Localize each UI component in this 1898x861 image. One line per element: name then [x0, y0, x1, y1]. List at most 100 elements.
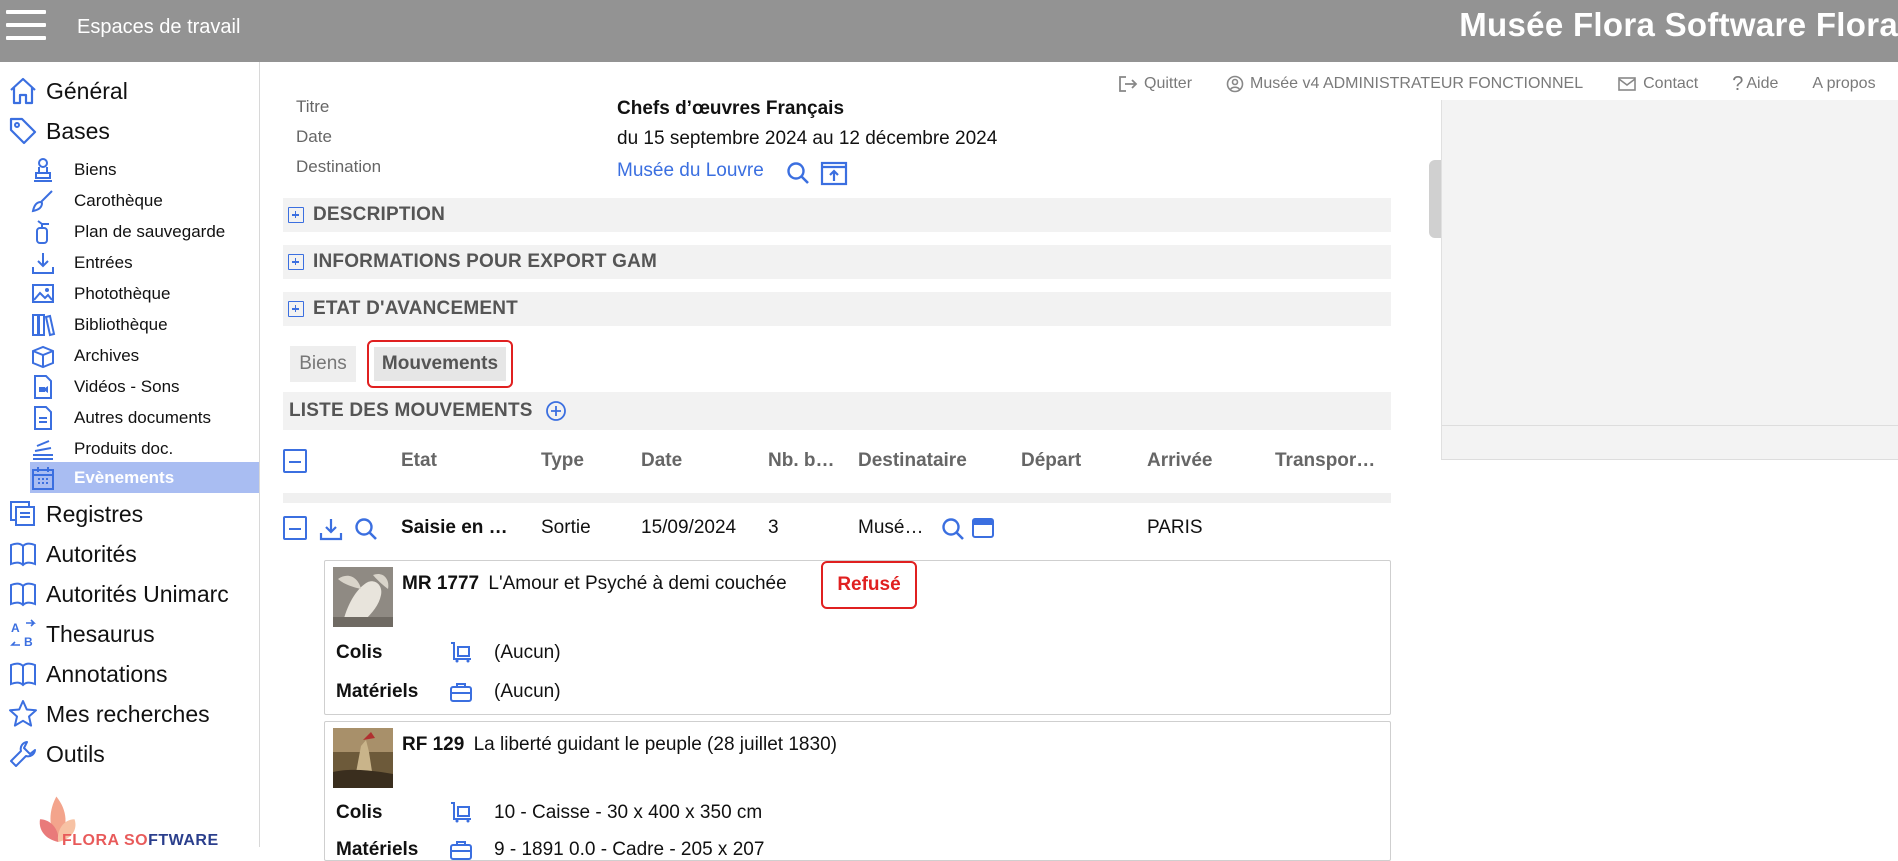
col-transport[interactable]: Transpor…	[1275, 450, 1375, 472]
contact-link[interactable]: Contact	[1617, 75, 1698, 93]
cart-icon[interactable]	[449, 801, 473, 823]
nav-autorites[interactable]: Autorités	[0, 534, 260, 574]
nav-sub-carotheque[interactable]: Carothèque	[30, 185, 259, 216]
home-icon	[0, 76, 46, 106]
col-depart[interactable]: Départ	[1021, 450, 1081, 472]
nav-bases[interactable]: Bases	[0, 111, 260, 151]
collapse-row-icon[interactable]	[283, 516, 307, 540]
workspaces-label[interactable]: Espaces de travail	[77, 16, 240, 39]
section-description[interactable]: DESCRIPTION	[283, 198, 1391, 232]
nav-sub-phototheque[interactable]: Photothèque	[30, 278, 259, 309]
nav-sub-videos[interactable]: Vidéos - Sons	[30, 371, 259, 402]
document-icon	[30, 405, 74, 431]
nav-sub-bibliotheque[interactable]: Bibliothèque	[30, 309, 259, 340]
logo-text: FLORA SOFTWARE	[62, 832, 219, 849]
download-icon[interactable]	[318, 516, 344, 542]
nav-thesaurus[interactable]: AB Thesaurus	[0, 614, 260, 654]
nav-annotations[interactable]: Annotations	[0, 654, 260, 694]
statue-icon	[30, 157, 74, 183]
nav-sub-label: Plan de sauvegarde	[74, 221, 226, 241]
col-type[interactable]: Type	[541, 450, 584, 472]
nav-registres-label: Registres	[46, 500, 144, 527]
status-badge: Refusé	[821, 561, 917, 609]
nav-sub-autres-docs[interactable]: Autres documents	[30, 402, 259, 433]
nav-registres[interactable]: Registres	[0, 494, 260, 534]
panel-splitter[interactable]	[1429, 160, 1441, 238]
open-record-icon[interactable]	[820, 159, 848, 187]
nav-sub-plan-sauvegarde[interactable]: Plan de sauvegarde	[30, 216, 259, 247]
quit-link[interactable]: Quitter	[1118, 75, 1192, 93]
cart-icon[interactable]	[449, 641, 473, 663]
nav-sub-label: Carothèque	[74, 190, 163, 210]
titre-value: Chefs d’œuvres Français	[617, 98, 845, 119]
collapse-all-icon[interactable]	[283, 449, 307, 473]
user-circle-icon	[1226, 75, 1244, 93]
tab-biens[interactable]: Biens	[290, 346, 356, 382]
logout-icon	[1119, 76, 1138, 92]
books-icon	[30, 312, 74, 338]
nav-general-label: Général	[46, 77, 128, 104]
search-icon[interactable]	[785, 160, 811, 186]
nav-general[interactable]: Général	[0, 71, 260, 111]
search-icon[interactable]	[353, 516, 379, 542]
row-destinataire: Musé…	[858, 517, 924, 538]
tab-mouvements[interactable]: Mouvements	[367, 340, 513, 388]
stack-icon	[30, 436, 74, 462]
col-date[interactable]: Date	[641, 450, 682, 472]
toolbox-icon[interactable]	[449, 839, 473, 861]
materiels-label: Matériels	[336, 839, 419, 860]
svg-text:B: B	[24, 635, 33, 649]
col-destinataire[interactable]: Destinataire	[858, 450, 967, 472]
col-etat[interactable]: Etat	[401, 450, 437, 472]
artwork-thumbnail[interactable]	[333, 728, 393, 788]
nav-autorites-label: Autorités	[46, 540, 137, 567]
col-arrivee[interactable]: Arrivée	[1147, 450, 1213, 472]
col-nb[interactable]: Nb. b…	[768, 450, 835, 472]
nav-mes-recherches-label: Mes recherches	[46, 700, 210, 727]
colis-value: 10 - Caisse - 30 x 400 x 350 cm	[494, 802, 763, 823]
wrench-icon	[0, 739, 46, 769]
nav-outils[interactable]: Outils	[0, 734, 260, 774]
brush-icon	[30, 188, 74, 214]
toolbox-icon[interactable]	[449, 681, 473, 703]
video-file-icon	[30, 374, 74, 400]
nav-outils-label: Outils	[46, 740, 105, 767]
nav-sub-label: Vidéos - Sons	[74, 376, 180, 396]
image-icon	[30, 281, 74, 307]
row-type: Sortie	[541, 517, 591, 538]
row-date: 15/09/2024	[641, 517, 737, 538]
calendar-icon	[30, 465, 74, 491]
section-avancement[interactable]: ETAT D'AVANCEMENT	[283, 292, 1391, 326]
tag-icon	[0, 116, 46, 146]
destination-link[interactable]: Musée du Louvre	[617, 160, 764, 182]
nav-sub-produits-doc[interactable]: Produits doc.	[30, 433, 259, 464]
nav-sub-entrees[interactable]: Entrées	[30, 247, 259, 278]
item-title: RF 129 La liberté guidant le peuple (28 …	[402, 734, 837, 755]
nav-sub-label: Biens	[74, 159, 117, 179]
artwork-thumbnail[interactable]	[333, 567, 393, 627]
nav-autorites-unimarc-label: Autorités Unimarc	[46, 580, 229, 607]
about-link[interactable]: A propos	[1812, 75, 1875, 93]
question-icon: ?	[1732, 72, 1744, 95]
item-title: MR 1777 L'Amour et Psyché à demi couchée	[402, 573, 787, 594]
nav-autorites-unimarc[interactable]: Autorités Unimarc	[0, 574, 260, 614]
window-icon[interactable]	[971, 516, 995, 540]
nav-sub-biens[interactable]: Biens	[30, 154, 259, 185]
nav-sub-archives[interactable]: Archives	[30, 340, 259, 371]
nav-annotations-label: Annotations	[46, 660, 168, 687]
star-icon	[0, 699, 46, 729]
book-icon	[0, 659, 46, 689]
nav-mes-recherches[interactable]: Mes recherches	[0, 694, 260, 734]
section-export-gam[interactable]: INFORMATIONS POUR EXPORT GAM	[283, 245, 1391, 279]
nav-sub-label: Produits doc.	[74, 438, 174, 458]
colis-label: Colis	[336, 802, 383, 823]
help-link[interactable]: ? Aide	[1732, 73, 1778, 96]
user-link[interactable]: Musée v4 ADMINISTRATEUR FONCTIONNEL	[1226, 75, 1583, 93]
search-icon[interactable]	[940, 516, 966, 542]
item-card: RF 129 La liberté guidant le peuple (28 …	[324, 721, 1391, 861]
nav-sub-label: Evènements	[74, 467, 175, 487]
menu-icon[interactable]	[6, 10, 46, 40]
box-icon	[30, 343, 74, 369]
nav-sub-evenements[interactable]: Evènements	[30, 462, 259, 493]
add-circle-icon[interactable]	[545, 400, 567, 422]
